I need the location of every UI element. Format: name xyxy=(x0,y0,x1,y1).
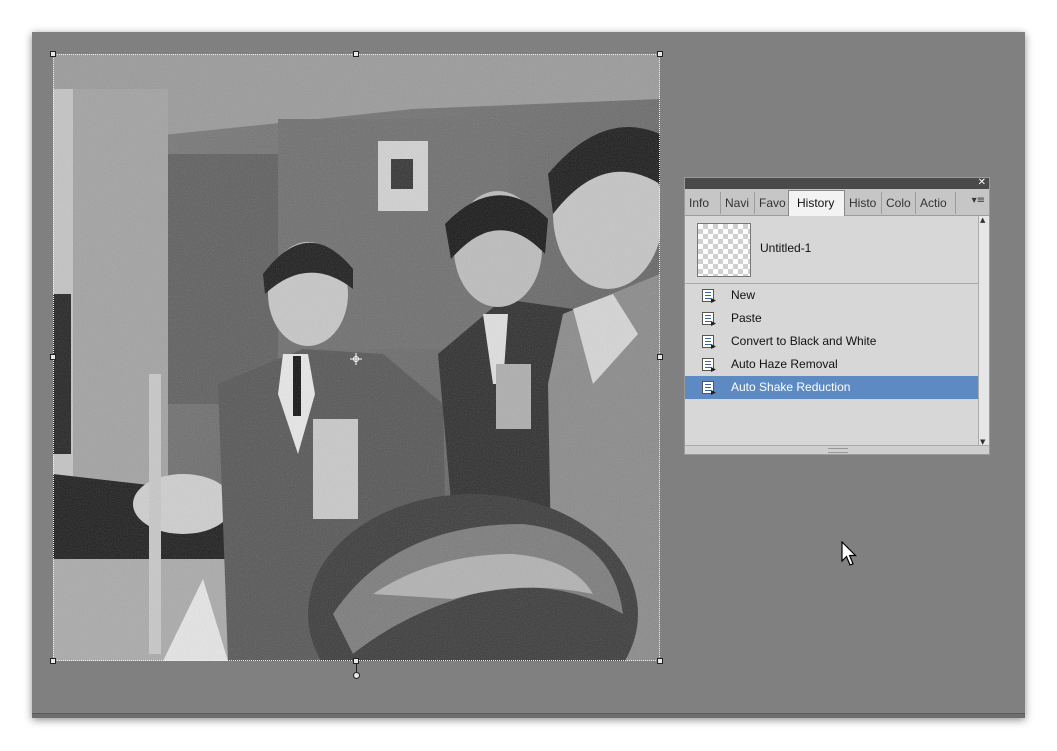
history-state-icon xyxy=(702,358,714,371)
tab-history[interactable]: History xyxy=(788,190,845,216)
rotate-handle-line xyxy=(356,664,357,672)
grip-icon[interactable] xyxy=(828,448,848,453)
history-snapshot[interactable]: Untitled-1 xyxy=(685,216,979,284)
mouse-pointer-icon xyxy=(841,540,857,571)
history-item-label: Auto Haze Removal xyxy=(731,357,838,371)
history-list: New Paste Convert to Black and White Aut… xyxy=(685,284,979,399)
transform-handle-top-right[interactable] xyxy=(657,51,663,57)
history-item-haze-removal[interactable]: Auto Haze Removal xyxy=(685,353,979,376)
snapshot-label: Untitled-1 xyxy=(760,241,812,255)
transform-handle-right[interactable] xyxy=(657,354,663,360)
history-item-label: Convert to Black and White xyxy=(731,334,877,348)
history-scrollbar[interactable]: ▲ ▼ xyxy=(978,216,989,446)
transform-handle-left[interactable] xyxy=(50,354,56,360)
history-item-paste[interactable]: Paste xyxy=(685,307,979,330)
transform-handle-top-left[interactable] xyxy=(50,51,56,57)
history-item-label: New xyxy=(731,288,756,302)
history-item-new[interactable]: New xyxy=(685,284,979,307)
tab-favorites[interactable]: Favo xyxy=(755,192,789,214)
panel-tab-bar: Info Navi Favo History Histo Colo Actio … xyxy=(685,189,989,216)
history-item-label: Auto Shake Reduction xyxy=(731,380,851,394)
snapshot-thumbnail xyxy=(697,223,751,277)
history-item-convert-bw[interactable]: Convert to Black and White xyxy=(685,330,979,353)
tab-info[interactable]: Info xyxy=(685,192,721,214)
tab-histogram[interactable]: Histo xyxy=(845,192,882,214)
history-state-icon xyxy=(702,289,714,302)
scroll-up-icon[interactable]: ▲ xyxy=(980,216,985,224)
tab-navigator[interactable]: Navi xyxy=(721,192,755,214)
history-state-icon xyxy=(702,381,714,394)
panel-title-bar[interactable]: ✕ xyxy=(685,176,989,189)
transform-handle-top[interactable] xyxy=(353,51,359,57)
close-icon[interactable]: ✕ xyxy=(978,176,986,189)
panel-resize-bar[interactable] xyxy=(685,445,989,454)
tab-color[interactable]: Colo xyxy=(882,192,916,214)
panel-menu-icon[interactable]: ▾≡ xyxy=(972,195,985,206)
tab-actions[interactable]: Actio xyxy=(916,192,956,214)
rotate-handle[interactable] xyxy=(353,672,360,679)
document-canvas: ✕ Info Navi Favo History Histo Colo Acti… xyxy=(32,32,1025,718)
transform-handle-bottom-left[interactable] xyxy=(50,658,56,664)
reference-point-icon[interactable] xyxy=(350,350,362,365)
canvas-bottom-edge xyxy=(32,713,1025,718)
history-item-shake-reduction[interactable]: Auto Shake Reduction xyxy=(685,376,979,399)
history-state-icon xyxy=(702,335,714,348)
history-item-label: Paste xyxy=(731,311,762,325)
history-state-icon xyxy=(702,312,714,325)
history-panel: ✕ Info Navi Favo History Histo Colo Acti… xyxy=(684,177,990,455)
transform-handle-bottom-right[interactable] xyxy=(657,658,663,664)
